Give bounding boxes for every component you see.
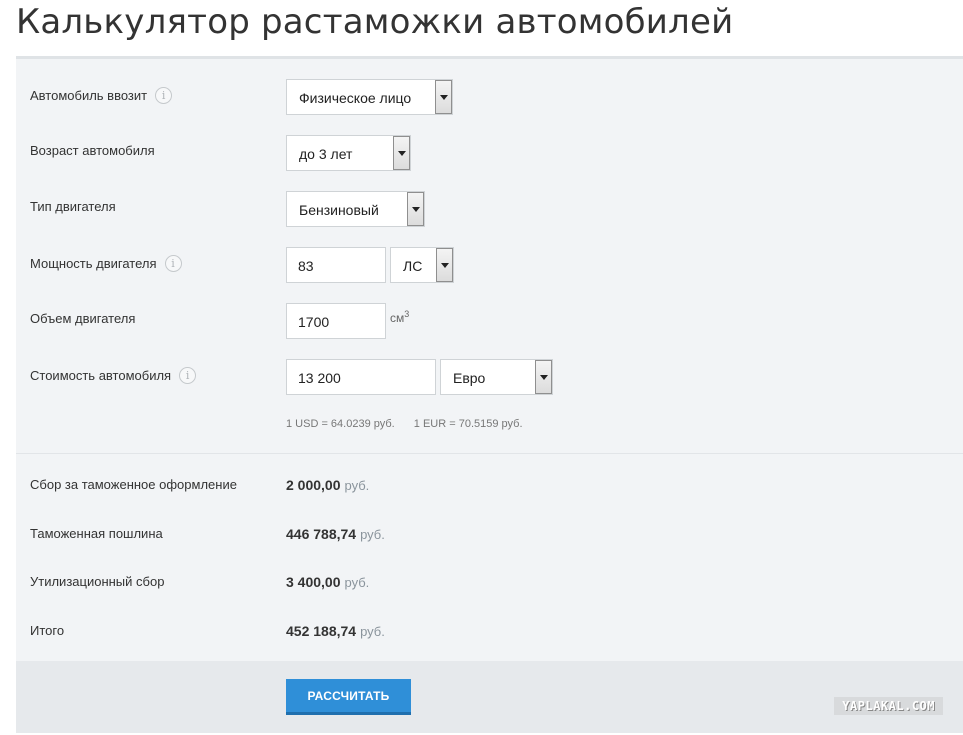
power-label-text: Мощность двигателя: [30, 256, 157, 271]
chevron-down-icon[interactable]: [435, 80, 452, 114]
recycling-currency: руб.: [344, 575, 370, 590]
price-input-value: 13 200: [298, 370, 341, 386]
fee-value: 2 000,00 руб.: [286, 477, 369, 493]
power-input-value: 83: [298, 258, 314, 274]
age-select[interactable]: до 3 лет: [286, 135, 411, 171]
importer-label: Автомобиль ввозит i: [30, 87, 173, 104]
age-select-value: до 3 лет: [299, 146, 353, 162]
info-icon[interactable]: i: [155, 87, 173, 104]
importer-label-text: Автомобиль ввозит: [30, 88, 148, 103]
footer-bar: РАССЧИТАТЬ YAPLAKAL.COM: [16, 661, 963, 733]
volume-input-value: 1700: [298, 314, 330, 330]
price-label: Стоимость автомобиля i: [30, 367, 197, 384]
currency-select-value: Евро: [453, 370, 486, 386]
fee-label: Сбор за таможенное оформление: [30, 477, 237, 492]
importer-select[interactable]: Физическое лицо: [286, 79, 453, 115]
info-icon[interactable]: i: [164, 255, 182, 272]
chevron-down-icon[interactable]: [535, 360, 552, 394]
power-input[interactable]: 83: [286, 247, 386, 283]
fee-currency: руб.: [344, 478, 370, 493]
chevron-down-icon[interactable]: [407, 192, 424, 226]
volume-unit-text: см: [390, 311, 405, 325]
duty-value: 446 788,74 руб.: [286, 526, 385, 542]
exchange-rates: 1 USD = 64.0239 руб. 1 EUR = 70.5159 руб…: [286, 418, 523, 430]
age-label: Возраст автомобиля: [30, 143, 155, 158]
recycling-amount: 3 400,00: [286, 574, 341, 590]
recycling-value: 3 400,00 руб.: [286, 574, 369, 590]
recycling-label: Утилизационный сбор: [30, 574, 165, 589]
total-value: 452 188,74 руб.: [286, 623, 385, 639]
fee-amount: 2 000,00: [286, 477, 341, 493]
chevron-down-icon[interactable]: [436, 248, 453, 282]
total-amount: 452 188,74: [286, 623, 357, 639]
power-unit-value: ЛС: [403, 258, 423, 274]
power-label: Мощность двигателя i: [30, 255, 182, 272]
engine-type-label-text: Тип двигателя: [30, 199, 116, 214]
volume-unit-sup: 3: [404, 309, 410, 319]
engine-type-select-value: Бензиновый: [299, 202, 379, 218]
volume-unit: см3: [390, 309, 409, 325]
page-title: Калькулятор растаможки автомобилей: [16, 2, 734, 42]
watermark: YAPLAKAL.COM: [834, 697, 943, 715]
rate-eur: 1 EUR = 70.5159 руб.: [413, 418, 523, 430]
divider: [16, 453, 963, 454]
volume-label-text: Объем двигателя: [30, 311, 136, 326]
total-label: Итого: [30, 623, 65, 638]
duty-label: Таможенная пошлина: [30, 526, 163, 541]
duty-currency: руб.: [360, 527, 385, 542]
volume-label: Объем двигателя: [30, 311, 135, 326]
chevron-down-icon[interactable]: [393, 136, 410, 170]
price-input[interactable]: 13 200: [286, 359, 436, 395]
volume-input[interactable]: 1700: [286, 303, 386, 339]
currency-select[interactable]: Евро: [440, 359, 553, 395]
engine-type-select[interactable]: Бензиновый: [286, 191, 425, 227]
calculate-button[interactable]: РАССЧИТАТЬ: [286, 679, 411, 715]
engine-type-label: Тип двигателя: [30, 199, 116, 214]
info-icon[interactable]: i: [179, 367, 197, 384]
age-label-text: Возраст автомобиля: [30, 143, 155, 158]
duty-amount: 446 788,74: [286, 526, 357, 542]
importer-select-value: Физическое лицо: [299, 90, 412, 106]
price-label-text: Стоимость автомобиля: [30, 368, 172, 383]
power-unit-select[interactable]: ЛС: [390, 247, 454, 283]
rate-usd: 1 USD = 64.0239 руб.: [286, 418, 395, 430]
total-currency: руб.: [360, 624, 385, 639]
calculator-panel: Автомобиль ввозит i Физическое лицо Возр…: [16, 56, 963, 733]
